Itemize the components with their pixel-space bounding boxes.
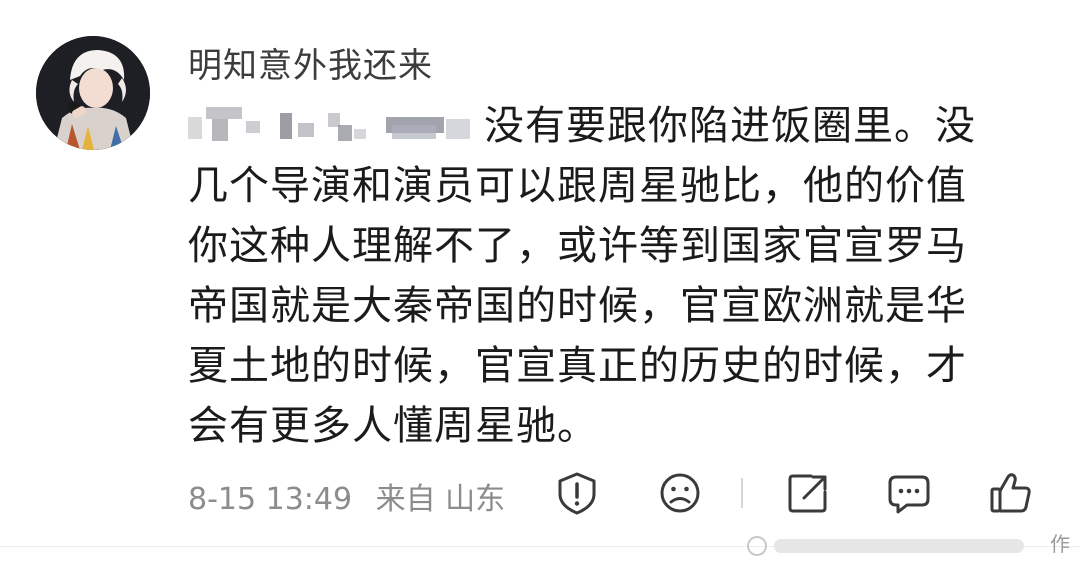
comment-line-1-text: 没有要跟你陷进饭圈里。没: [484, 103, 976, 149]
share-icon: [788, 474, 827, 513]
action-divider: [741, 478, 743, 508]
sad-reaction-button[interactable]: [657, 470, 703, 516]
comment-line-5: 夏土地的时候，官宣真正的历史的时候，才: [188, 343, 967, 389]
sad-face-icon: [660, 473, 700, 513]
comment-line-4: 帝国就是大秦帝国的时候，官宣欧洲就是华: [188, 283, 967, 329]
watermark-text: 作: [1050, 532, 1070, 556]
comment-line-3: 你这种人理解不了，或许等到国家官宣罗马: [188, 223, 967, 269]
comment-location: 来自 山东: [375, 482, 506, 517]
comment-line-6: 会有更多人懂周星驰。: [188, 403, 598, 449]
comment-date: 8-15 13:49: [188, 482, 353, 517]
report-icon: [558, 472, 596, 515]
like-button[interactable]: [988, 470, 1034, 516]
watermark: 作: [744, 528, 1070, 559]
comment-line-1: 没有要跟你陷进饭圈里。没: [188, 96, 1048, 156]
comment-button[interactable]: [886, 470, 932, 516]
avatar-image: [36, 36, 150, 150]
comment-icon: [888, 475, 930, 514]
report-button[interactable]: [554, 470, 600, 516]
like-icon: [990, 473, 1031, 513]
username[interactable]: 明知意外我还来: [188, 38, 433, 87]
share-button[interactable]: [785, 470, 831, 516]
avatar[interactable]: [36, 36, 150, 150]
watermark-blurred: [746, 535, 1024, 556]
comment-text: 没有要跟你陷进饭圈里。没 几个导演和演员可以跟周星驰比，他的价值 你这种人理解不…: [188, 96, 1048, 456]
comment-line-2: 几个导演和演员可以跟周星驰比，他的价值: [188, 163, 967, 209]
comment-meta: 8-15 13:49 来自 山东: [188, 474, 519, 518]
mention-redacted: [188, 100, 474, 141]
